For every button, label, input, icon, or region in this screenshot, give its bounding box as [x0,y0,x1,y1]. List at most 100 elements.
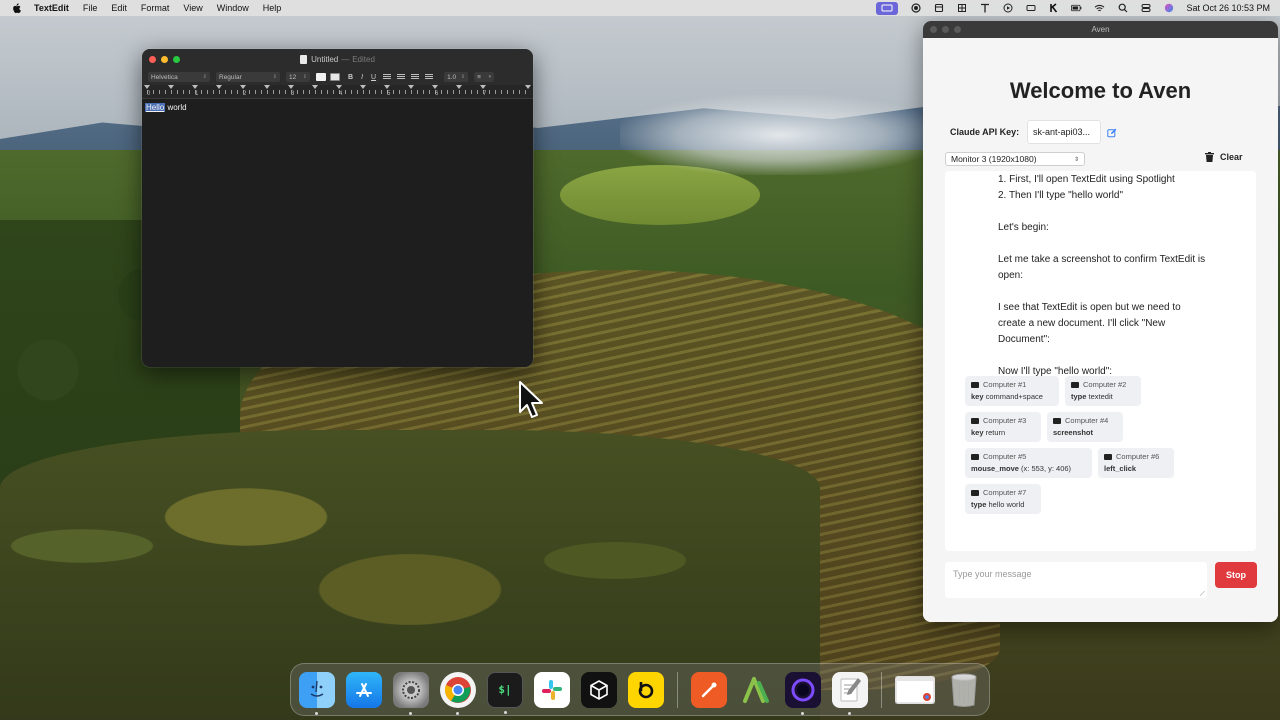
zoom-button[interactable] [173,55,180,63]
tool-call-args: (x: 553, y: 406) [1021,464,1072,473]
message-input[interactable]: Type your message [945,562,1207,598]
screen-share-icon[interactable] [876,1,899,15]
ruler-tab-stop[interactable] [240,85,246,89]
menu-edit[interactable]: Edit [111,3,127,13]
tool-call-chip[interactable]: Computer #1 key command+space [965,376,1059,406]
ruler-tab-stop[interactable] [168,85,174,89]
line-spacing-select[interactable]: 1.0 ⇕ [444,72,469,82]
tool-call-chip[interactable]: Computer #5 mouse_move (x: 553, y: 406) [965,448,1092,478]
ruler-tab-stop[interactable] [216,85,222,89]
font-family-select[interactable]: Helvetica ⇕ [148,72,210,82]
postman-icon[interactable] [691,671,727,708]
tool-call-chip[interactable]: Computer #6 left_click [1098,448,1174,478]
chrome-window-icon[interactable] [895,675,935,704]
android-studio-icon[interactable] [738,672,774,708]
chat-log[interactable]: 1. First, I'll open TextEdit using Spotl… [945,171,1256,551]
battery-icon[interactable] [1071,3,1082,14]
ruler-tab-stop[interactable] [480,85,486,89]
tool-call-chip[interactable]: Computer #4 screenshot [1047,412,1123,442]
bold-button[interactable]: B [348,74,353,81]
ruler-tab-stop[interactable] [264,85,270,89]
title-separator: — [341,54,350,64]
finder-icon[interactable] [299,671,335,715]
menu-app-name[interactable]: TextEdit [34,3,69,13]
aven-titlebar[interactable]: Aven [923,21,1278,38]
ruler-tab-stop[interactable] [360,85,366,89]
underline-button[interactable]: U [371,74,376,81]
resize-grip-icon[interactable] [1200,591,1205,596]
edit-icon[interactable] [1107,125,1117,138]
ruler-tab-stop[interactable] [408,85,414,89]
terminal-icon[interactable]: $| [487,671,523,714]
ruler-tab-stop[interactable] [336,85,342,89]
ruler-tab-stop[interactable] [432,85,438,89]
textedit-ruler[interactable]: 0 1 2 3 4 5 6 7 [142,85,533,99]
search-icon[interactable] [1117,3,1128,14]
ruler-tab-stop[interactable] [384,85,390,89]
stop-button[interactable]: Stop [1215,562,1257,588]
ruler-tab-stop[interactable] [456,85,462,89]
document-text[interactable]: world [165,103,186,112]
ruler-tab-stop[interactable] [288,85,294,89]
menu-bar-clock[interactable]: Sat Oct 26 10:53 PM [1186,3,1270,13]
selected-text[interactable]: Hello [145,103,166,112]
tor-icon[interactable] [785,671,821,715]
tool-call-label: Computer #6 [1116,452,1160,461]
menu-window[interactable]: Window [217,3,249,13]
mouse-cursor-icon [518,380,544,420]
bitwarden-icon[interactable] [628,671,664,708]
align-left-icon[interactable] [383,74,392,80]
font-style-select[interactable]: Regular ⇕ [216,72,280,82]
app-store-icon[interactable] [346,671,382,708]
siri-icon[interactable] [1163,3,1174,14]
assistant-message: 1. First, I'll open TextEdit using Spotl… [998,172,1208,380]
menu-view[interactable]: View [183,3,202,13]
record-icon[interactable] [910,3,921,14]
chrome-icon[interactable] [440,671,476,715]
align-justify-icon[interactable] [425,74,434,80]
wifi-icon[interactable] [1094,3,1105,14]
minimize-button[interactable] [161,55,168,63]
k-app-icon[interactable] [1048,3,1059,14]
tool-call-chip[interactable]: Computer #2 type textedit [1065,376,1141,406]
message-gap [998,236,1208,252]
text-tool-icon[interactable] [979,3,990,14]
align-center-icon[interactable] [397,74,406,80]
font-size-select[interactable]: 12 ⇕ [286,72,310,82]
menu-format[interactable]: Format [141,3,170,13]
message-input-placeholder: Type your message [953,569,1032,579]
close-button[interactable] [149,55,156,63]
highlight-color-well[interactable] [330,73,340,81]
trash-icon[interactable] [946,672,982,708]
ruler-tab-stop[interactable] [192,85,198,89]
textedit-document-area[interactable]: Hello world [142,99,533,367]
tool-call-chip[interactable]: Computer #3 key return [965,412,1041,442]
media-icon[interactable] [1025,3,1036,14]
textedit-icon[interactable] [832,671,868,715]
ruler-right-margin-marker[interactable] [525,85,531,89]
api-key-field[interactable]: sk-ant-api03... [1027,120,1101,144]
grid-icon[interactable] [956,3,967,14]
monitor-select[interactable]: Monitor 3 (1920x1080) ⇕ [945,152,1085,166]
list-style-select[interactable]: ≡ ▾ [474,72,495,82]
menu-help[interactable]: Help [263,3,282,13]
italic-button[interactable]: I [361,74,363,81]
clipboard-icon[interactable] [933,3,944,14]
page-title: Welcome to Aven [1009,78,1192,103]
unity-icon[interactable] [581,671,617,708]
control-center-icon[interactable] [1140,3,1151,14]
ruler-indent-marker[interactable] [144,85,150,89]
menu-file[interactable]: File [83,3,98,13]
text-color-well[interactable] [316,73,326,81]
clear-button[interactable]: Clear [1205,152,1243,162]
document-icon [300,54,308,64]
apple-menu-icon[interactable] [12,2,26,14]
aven-content: Welcome to Aven Claude API Key: sk-ant-a… [923,38,1278,622]
tool-call-chip[interactable]: Computer #7 type hello world [965,484,1041,514]
slack-icon[interactable] [534,671,570,708]
align-right-icon[interactable] [411,74,420,80]
system-settings-icon[interactable] [393,671,429,715]
ruler-tab-stop[interactable] [312,85,318,89]
play-icon[interactable] [1002,3,1013,14]
textedit-titlebar[interactable]: Untitled — Edited [142,49,533,69]
